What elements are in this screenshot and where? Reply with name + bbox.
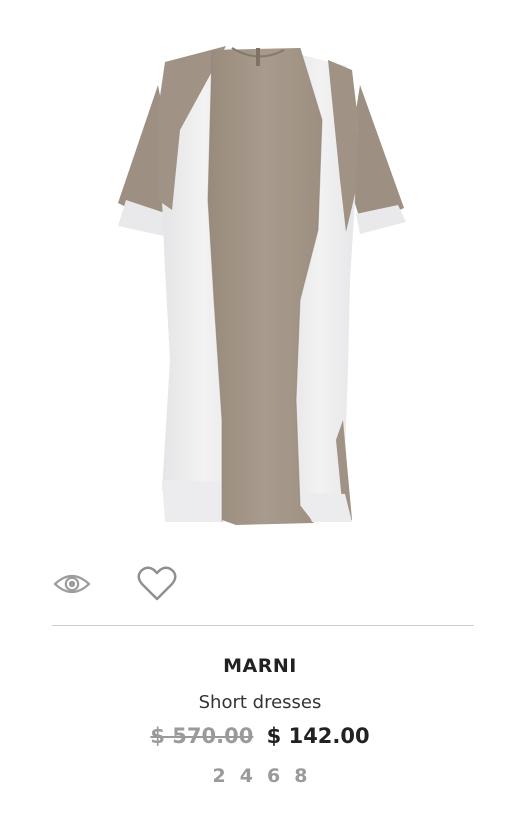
dress-image bbox=[118, 46, 406, 525]
eye-icon bbox=[53, 574, 91, 594]
price-row: $ 570.00 $ 142.00 bbox=[0, 724, 520, 748]
product-image[interactable] bbox=[0, 0, 520, 545]
original-price: $ 570.00 bbox=[150, 724, 254, 748]
quick-view-button[interactable] bbox=[52, 562, 92, 606]
sale-price: $ 142.00 bbox=[266, 724, 370, 748]
product-card: MARNI Short dresses $ 570.00 $ 142.00 2 … bbox=[0, 0, 520, 820]
wishlist-button[interactable] bbox=[136, 562, 178, 606]
divider bbox=[52, 625, 474, 626]
size-option[interactable]: 6 bbox=[265, 765, 282, 787]
product-category: Short dresses bbox=[198, 692, 322, 713]
size-option[interactable]: 2 bbox=[211, 765, 228, 787]
size-option[interactable]: 8 bbox=[292, 765, 309, 787]
size-list: 2 4 6 8 bbox=[0, 765, 520, 787]
heart-icon bbox=[137, 566, 177, 601]
card-actions bbox=[52, 562, 474, 610]
brand-name[interactable]: MARNI bbox=[0, 655, 520, 677]
size-option[interactable]: 4 bbox=[238, 765, 255, 787]
